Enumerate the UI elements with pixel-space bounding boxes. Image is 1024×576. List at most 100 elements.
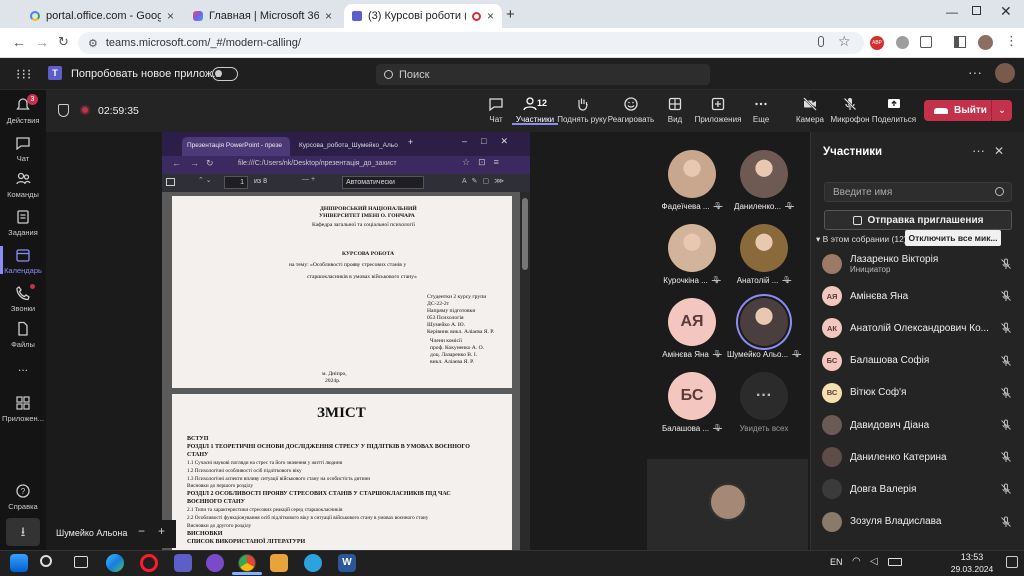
back-arrow-icon[interactable]: ←	[12, 34, 26, 50]
participant-row[interactable]: АЯ Амінєва Яна	[822, 284, 1012, 308]
mic-off-icon[interactable]	[1000, 483, 1012, 495]
browser-tab-m365[interactable]: Главная | Microsoft 365 ×	[185, 4, 340, 28]
participant-row[interactable]: Давидович Діана	[822, 413, 1012, 437]
file-explorer-icon[interactable]	[270, 554, 288, 572]
mic-off-icon[interactable]	[1000, 290, 1012, 302]
participant-search-input[interactable]: Введите имя	[824, 182, 1012, 202]
participant-tile[interactable]: Курочкіна ... 🎙	[653, 224, 731, 285]
pdf-scrollbar[interactable]	[520, 192, 530, 550]
mic-off-icon[interactable]	[1000, 322, 1012, 334]
word-icon[interactable]: W	[338, 554, 356, 572]
shield-icon[interactable]	[58, 104, 69, 117]
close-icon[interactable]: ✕	[994, 144, 1004, 158]
participant-row[interactable]: БС Балашова Софія	[822, 349, 1012, 373]
share-button[interactable]: Поделиться	[867, 96, 921, 124]
clock-date[interactable]: 29.03.2024	[946, 564, 998, 574]
rail-item-assignments[interactable]: Задания	[0, 208, 46, 237]
participant-tile[interactable]: Фадеїчева ... 🎙	[653, 150, 731, 211]
rail-item-more[interactable]: ...	[0, 360, 46, 374]
mic-off-icon[interactable]	[1000, 516, 1012, 528]
leave-button[interactable]: Выйти ⌄	[924, 100, 1012, 121]
reload-icon[interactable]: ↻	[58, 34, 69, 50]
participant-row[interactable]: Зозуля Владислава	[822, 510, 1012, 534]
rail-item-activity[interactable]: Действия 3	[0, 94, 46, 125]
browser-tab-google[interactable]: portal.office.com - Google Sear ×	[22, 4, 182, 28]
shared-address-bar: ← → ↻ file:///C:/Users/nk/Desktop/презен…	[162, 156, 530, 174]
app-launcher-icon[interactable]: ⁝⁝⁝	[16, 66, 32, 83]
participant-tile[interactable]: Шумейко Альо... 🎙	[725, 298, 803, 359]
browser-tab-teams[interactable]: (3) Курсові роботи (захист ×	[344, 4, 502, 28]
new-tab-button[interactable]: +	[506, 6, 515, 23]
chevron-down-icon[interactable]: ⌄	[992, 105, 1012, 116]
microphone-icon[interactable]	[818, 36, 824, 47]
task-view-icon[interactable]	[74, 556, 88, 568]
participant-tile[interactable]: АЯ Амінєва Яна 🎙	[653, 298, 731, 359]
adblock-icon[interactable]: ABP	[870, 36, 884, 50]
participant-tile[interactable]: БС Балашова ... 🎙	[653, 372, 731, 433]
language-indicator[interactable]: EN	[830, 557, 843, 567]
more-options-icon[interactable]: ···	[968, 64, 982, 80]
extension-globe-icon[interactable]	[896, 36, 909, 49]
browser-menu-icon[interactable]: ⋮	[1005, 33, 1018, 49]
forward-arrow-icon[interactable]: →	[35, 34, 49, 50]
raise-hand-button[interactable]: Поднять руку	[554, 96, 610, 124]
zoom-out-button[interactable]: −	[138, 524, 156, 542]
search-icon[interactable]	[40, 555, 52, 567]
participant-row[interactable]: Лазаренко Вікторія Инициатор	[822, 252, 1012, 276]
wifi-icon[interactable]: ◠	[852, 556, 861, 567]
rail-item-calls[interactable]: Звонки	[0, 284, 46, 313]
try-new-toggle[interactable]	[212, 67, 238, 81]
telegram-icon[interactable]	[304, 554, 322, 572]
rail-item-help[interactable]: ? Справка	[0, 482, 46, 511]
send-invite-button[interactable]: Отправка приглашения	[824, 210, 1012, 230]
zoom-in-button[interactable]: +	[158, 524, 176, 542]
in-meeting-header[interactable]: ▾ В этом собрании (12)	[816, 234, 907, 245]
mic-off-icon[interactable]	[1000, 451, 1012, 463]
participant-row[interactable]: Довга Валерія	[822, 477, 1012, 501]
mic-off-icon[interactable]	[1000, 355, 1012, 367]
rail-item-files[interactable]: Файлы	[0, 320, 46, 349]
clock-time[interactable]: 13:53	[950, 552, 994, 562]
participant-tile[interactable]: Анатолій ... 🎙	[725, 224, 803, 285]
avatar[interactable]	[978, 35, 993, 50]
notifications-icon[interactable]	[1006, 556, 1018, 568]
teams-taskbar-icon[interactable]	[174, 554, 192, 572]
maximize-button[interactable]	[972, 6, 981, 15]
mic-off-icon[interactable]	[1000, 419, 1012, 431]
mic-off-icon[interactable]	[1000, 258, 1012, 270]
rail-item-chat[interactable]: Чат	[0, 134, 46, 163]
volume-icon[interactable]: ◁	[870, 556, 878, 567]
scrollbar-thumb[interactable]	[522, 198, 528, 270]
edge-icon[interactable]	[106, 554, 124, 572]
windows-start-icon[interactable]	[10, 554, 28, 572]
avatar[interactable]	[995, 63, 1015, 83]
side-panel-icon[interactable]	[954, 36, 966, 48]
rail-item-calendar[interactable]: Календарь	[0, 246, 46, 275]
opera-icon[interactable]	[140, 554, 158, 572]
rail-item-teams[interactable]: Команды	[0, 170, 46, 199]
participant-row[interactable]: Даниленко Катерина	[822, 445, 1012, 469]
close-icon[interactable]: ×	[325, 9, 332, 23]
window-close-button[interactable]: ✕	[1000, 3, 1012, 20]
more-options-icon[interactable]: ···	[972, 143, 985, 158]
extensions-puzzle-icon[interactable]	[920, 36, 932, 48]
rail-item-apps[interactable]: Приложен...	[0, 394, 46, 423]
close-icon[interactable]: ×	[487, 9, 494, 23]
address-bar[interactable]: ⚙ teams.microsoft.com/_#/modern-calling/	[78, 32, 864, 54]
close-icon[interactable]: ×	[167, 9, 174, 23]
site-settings-icon[interactable]: ⚙	[88, 37, 98, 50]
chrome-icon[interactable]	[238, 554, 256, 572]
participant-row[interactable]: АК Анатолій Олександрович Ко...	[822, 316, 1012, 340]
participant-row[interactable]: ВС Вітюк Соф'я	[822, 381, 1012, 405]
battery-icon[interactable]	[888, 558, 902, 566]
search-input[interactable]: Поиск	[376, 64, 710, 85]
see-all-button[interactable]: ··· Увидеть всех	[725, 372, 803, 433]
viber-icon[interactable]	[206, 554, 224, 572]
minimize-button[interactable]: —	[946, 5, 958, 19]
more-button[interactable]: Еще	[734, 96, 788, 124]
mute-all-button[interactable]: Отключить все мик...	[905, 230, 1001, 246]
download-icon[interactable]: ⭳	[6, 518, 40, 546]
bookmark-star-icon[interactable]: ☆	[838, 33, 851, 50]
mic-off-icon[interactable]	[1000, 387, 1012, 399]
participant-tile[interactable]: Даниленко... 🎙	[725, 150, 803, 211]
